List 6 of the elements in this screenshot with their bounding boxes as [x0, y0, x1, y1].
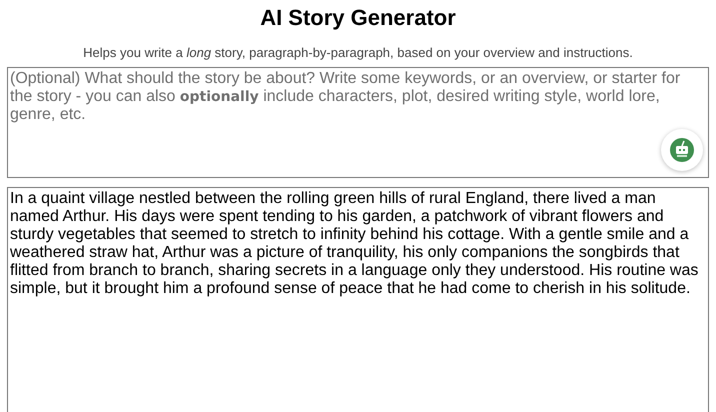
page-subtitle: Helps you write a long story, paragraph-by-paragraph, based on your overview and instructions.	[83, 45, 633, 61]
overview-field[interactable]: (Optional) What should the story be about? Write some keywords, or an overview, or starter for the story - you can also optionally include characters, plot, desired writing style, world lore, genre, etc.	[7, 67, 709, 178]
robot-icon	[670, 138, 694, 162]
story-field[interactable]: In a quaint village nestled between the rolling green hills of rural England, there lived a man named Arthur. His days were spent tending to his garden, a patchwork of vibrant flowers and sturdy vegetables that seemed to stretch to infinity behind his cottage. With a gentle smile and a weathered straw hat, Arthur was a picture of tranquility, his only companions the songbirds that flitted from branch to branch, sharing secrets in a language only they understood. His routine was simple, but it brought him a profound sense of peace that he had come to cherish in his solitude.	[7, 187, 709, 412]
page-title: AI Story Generator	[260, 5, 456, 31]
assistant-button[interactable]	[661, 129, 703, 171]
